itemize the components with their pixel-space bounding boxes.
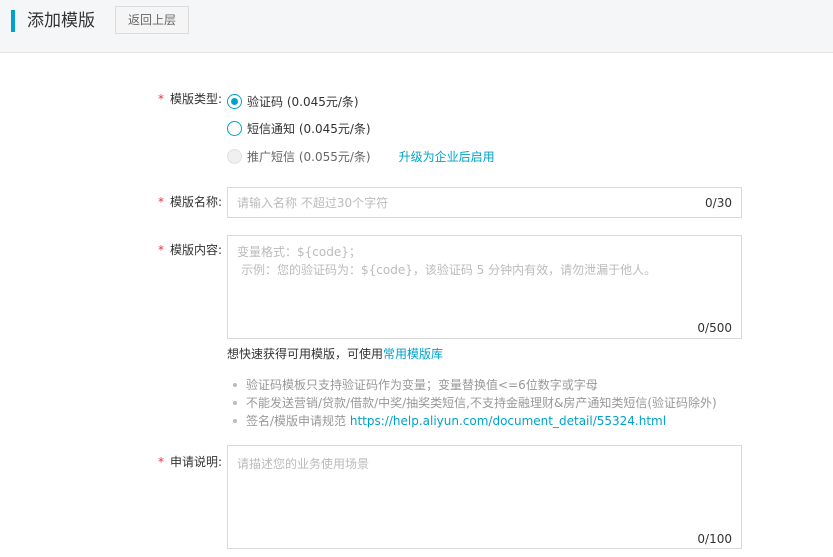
required-mark: * [158,195,164,209]
template-library-hint: 想快速获得可用模版，可使用常用模版库 [227,347,444,361]
radio-label: 验证码 (0.045元/条) [247,94,359,109]
template-name-input[interactable]: 请输入名称 不超过30个字符 0/30 [227,187,742,218]
template-name-counter: 0/30 [705,196,732,210]
tip-item: 签名/模版申请规范 https://help.aliyun.com/docume… [232,412,717,430]
page-header: 添加模版 返回上层 [0,0,833,53]
application-note-counter: 0/100 [697,532,732,546]
template-content-label: * 模版内容: [158,243,223,257]
radio-disabled-icon [227,148,242,164]
radio-option-notification[interactable]: 短信通知 (0.045元/条) [227,119,371,137]
tip-item: 不能发送营销/贷款/借款/中奖/抽奖类短信,不支持金融理财&房产通知类短信(验证… [232,394,717,412]
spec-doc-link[interactable]: https://help.aliyun.com/document_detail/… [350,414,666,428]
radio-label: 短信通知 (0.045元/条) [247,121,371,136]
application-note-textarea[interactable]: 请描述您的业务使用场景 0/100 [227,445,742,549]
required-mark: * [158,455,164,469]
content-placeholder-line1: 变量格式：${code}； [237,245,361,259]
template-name-label: * 模版名称: [158,195,223,209]
back-button[interactable]: 返回上层 [115,6,189,34]
upgrade-enterprise-link[interactable]: 升级为企业后启用 [399,148,495,165]
radio-checked-icon[interactable] [227,93,242,109]
radio-label: 推广短信 (0.055元/条) [247,149,371,164]
content-placeholder-line2: 示例：您的验证码为：${code}，该验证码 5 分钟内有效，请勿泄漏于他人。 [241,263,657,277]
tip-item: 验证码模板只支持验证码作为变量；变量替换值<=6位数字或字母 [232,376,717,394]
tips-list: 验证码模板只支持验证码作为变量；变量替换值<=6位数字或字母 不能发送营销/贷款… [232,376,717,430]
template-library-link[interactable]: 常用模版库 [383,347,443,361]
radio-option-verification-code[interactable]: 验证码 (0.045元/条) [227,92,359,110]
template-type-label: * 模版类型: [158,92,223,106]
required-mark: * [158,243,164,257]
radio-option-promotion: 推广短信 (0.055元/条) 升级为企业后启用 [227,147,495,165]
required-mark: * [158,92,164,106]
application-note-label: * 申请说明: [158,455,223,469]
template-content-textarea[interactable]: 变量格式：${code}； 示例：您的验证码为：${code}，该验证码 5 分… [227,235,742,339]
page-title: 添加模版 [27,11,95,31]
template-content-counter: 0/500 [697,321,732,335]
template-name-placeholder: 请输入名称 不超过30个字符 [237,196,389,210]
application-note-placeholder: 请描述您的业务使用场景 [237,457,370,471]
radio-unchecked-icon[interactable] [227,120,242,136]
title-accent-bar [11,10,15,32]
